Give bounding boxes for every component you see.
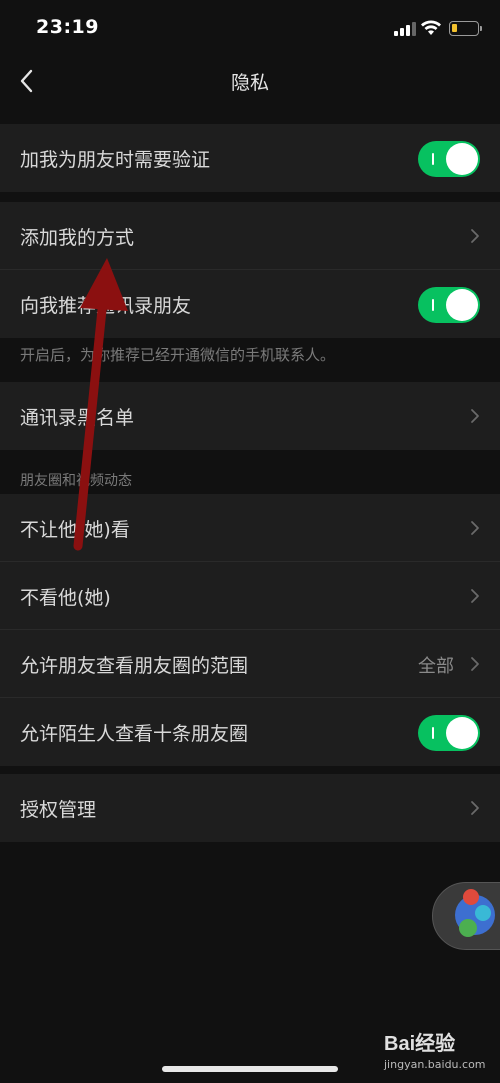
hide-from-row[interactable]: 不让他(她)看 <box>0 494 500 562</box>
blacklist-label: 通讯录黑名单 <box>20 407 135 429</box>
stranger-view-label: 允许陌生人查看十条朋友圈 <box>20 723 249 745</box>
chevron-right-icon <box>471 657 479 671</box>
add-methods-group: 添加我的方式 向我推荐通讯录朋友 <box>0 202 500 338</box>
signal-icon <box>394 22 416 36</box>
blacklist-group: 通讯录黑名单 <box>0 382 500 450</box>
chevron-right-icon <box>471 801 479 815</box>
wifi-icon <box>421 20 441 35</box>
recommend-note: 开启后，为你推荐已经开通微信的手机联系人。 <box>20 346 336 364</box>
chevron-right-icon <box>471 589 479 603</box>
auth-group: 授权管理 <box>0 774 500 842</box>
status-time: 23:19 <box>36 16 99 38</box>
nav-bar: 隐私 <box>0 58 500 104</box>
watermark-url: jingyan.baidu.com <box>384 1058 486 1071</box>
stranger-view-toggle[interactable] <box>418 715 480 751</box>
stranger-view-row: 允许陌生人查看十条朋友圈 <box>0 698 500 766</box>
auth-row[interactable]: 授权管理 <box>0 774 500 842</box>
chevron-right-icon <box>471 229 479 243</box>
add-way-label: 添加我的方式 <box>20 227 135 249</box>
dont-see-label: 不看他(她) <box>20 587 111 609</box>
baidu-jingyan-watermark: Bai经验 jingyan.baidu.com <box>384 1027 494 1075</box>
chevron-right-icon <box>471 409 479 423</box>
blacklist-row[interactable]: 通讯录黑名单 <box>0 382 500 450</box>
moments-section-title: 朋友圈和视频动态 <box>20 473 132 489</box>
page-title: 隐私 <box>230 72 269 94</box>
battery-icon <box>449 21 482 36</box>
floating-assistant-button[interactable] <box>432 882 500 950</box>
recommend-contacts-toggle[interactable] <box>418 287 480 323</box>
assistant-ball-teal <box>475 905 491 921</box>
assistant-ball-red <box>463 889 479 905</box>
status-bar: 23:19 <box>0 0 500 58</box>
add-way-row[interactable]: 添加我的方式 <box>0 202 500 270</box>
watermark-logo: Bai经验 <box>384 1033 456 1055</box>
assistant-ball-green <box>459 919 477 937</box>
recommend-contacts-label: 向我推荐通讯录朋友 <box>20 295 192 317</box>
home-indicator[interactable] <box>162 1066 338 1072</box>
moments-group: 不让他(她)看 不看他(她) 允许朋友查看朋友圈的范围 全部 允许陌生人查看十条… <box>0 494 500 766</box>
verify-group: 加我为朋友时需要验证 <box>0 124 500 192</box>
moments-range-row[interactable]: 允许朋友查看朋友圈的范围 全部 <box>0 630 500 698</box>
moments-range-label: 允许朋友查看朋友圈的范围 <box>20 655 249 677</box>
recommend-contacts-row: 向我推荐通讯录朋友 <box>0 270 500 338</box>
moments-range-value: 全部 <box>418 656 454 677</box>
hide-from-label: 不让他(她)看 <box>20 519 130 541</box>
auth-label: 授权管理 <box>20 799 97 821</box>
verify-row: 加我为朋友时需要验证 <box>0 124 500 192</box>
chevron-right-icon <box>471 521 479 535</box>
dont-see-row[interactable]: 不看他(她) <box>0 562 500 630</box>
verify-label: 加我为朋友时需要验证 <box>20 149 211 171</box>
verify-toggle[interactable] <box>418 141 480 177</box>
